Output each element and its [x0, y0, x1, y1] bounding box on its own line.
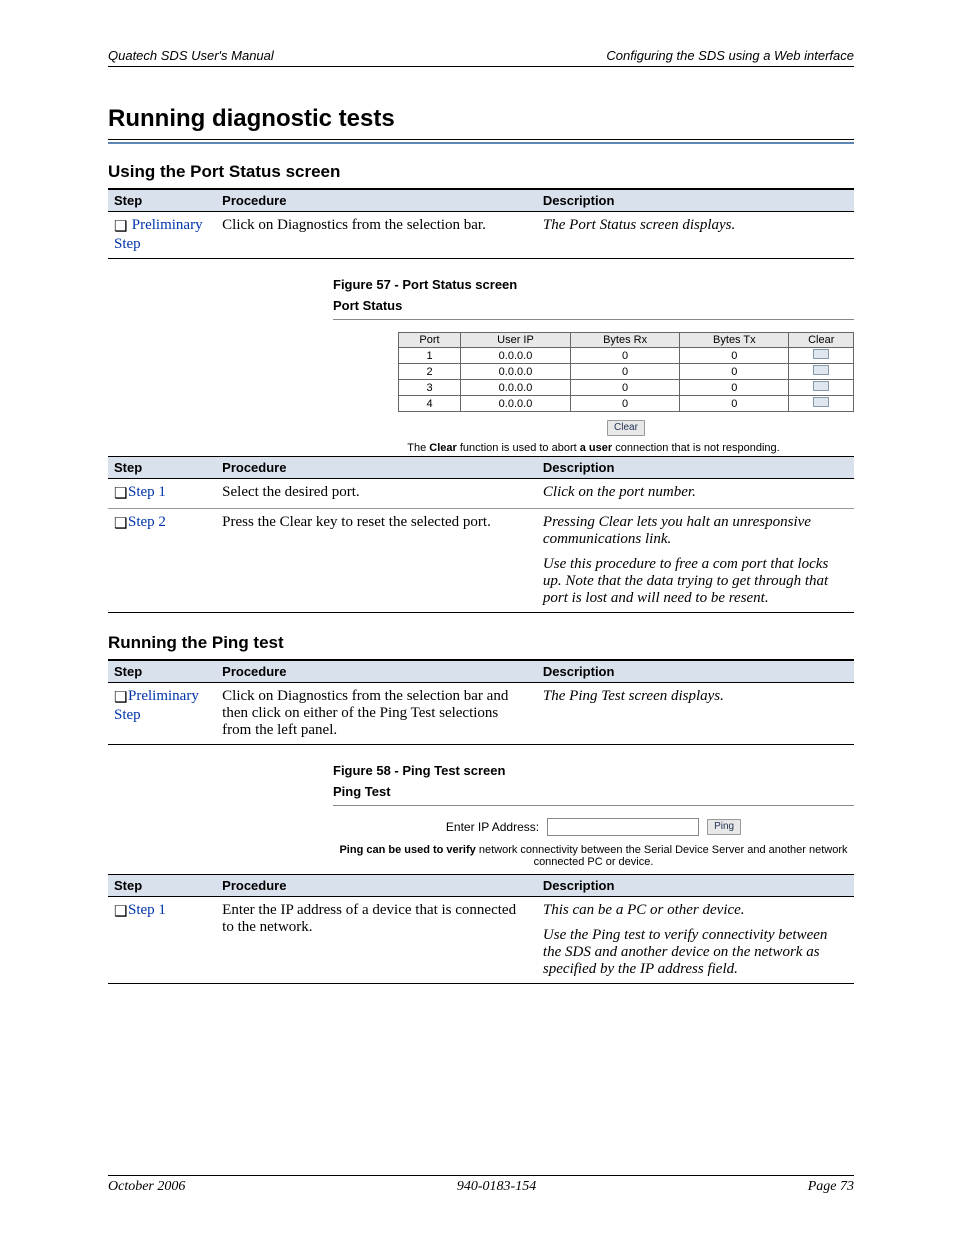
ping-note: Ping can be used to verify network conne… [333, 844, 854, 868]
th-proc: Procedure [216, 190, 537, 212]
ping-prelim-table: Step Procedure Description ❑Preliminary … [108, 660, 854, 745]
ping-screenshot: Enter IP Address: Ping Ping can be used … [333, 818, 854, 868]
desc-cell: The Ping Test screen displays. [537, 683, 854, 745]
checkbox-icon: ❑ [114, 217, 128, 236]
proc-cell: Enter the IP address of a device that is… [216, 897, 537, 984]
desc-cell: The Port Status screen displays. [537, 212, 854, 259]
table-row: ❑Step 2 Press the Clear key to reset the… [108, 509, 854, 613]
footer-center: 940-0183-154 [457, 1179, 536, 1195]
table-row: ❑Preliminary Step Click on Diagnostics f… [108, 683, 854, 745]
figure-caption: Figure 58 - Ping Test screen [333, 763, 854, 778]
ps-col-clear: Clear [789, 333, 854, 348]
checkbox-icon: ❑ [114, 514, 128, 533]
figure-caption: Figure 57 - Port Status screen [333, 277, 854, 292]
subtitle-ping: Running the Ping test [108, 633, 854, 653]
desc-cell: Pressing Clear lets you halt an unrespon… [537, 509, 854, 613]
ps-col-port: Port [399, 333, 461, 348]
clear-row-button[interactable] [813, 365, 829, 375]
header-left: Quatech SDS User's Manual [108, 48, 274, 63]
checkbox-icon: ❑ [114, 688, 128, 707]
section-title: Running diagnostic tests [108, 105, 854, 133]
desc-cell: Click on the port number. [537, 479, 854, 509]
th-step: Step [108, 661, 216, 683]
proc-cell: Click on Diagnostics from the selection … [216, 683, 537, 745]
clear-row-button[interactable] [813, 381, 829, 391]
proc-cell: Click on Diagnostics from the selection … [216, 212, 537, 259]
desc-cell: This can be a PC or other device. Use th… [537, 897, 854, 984]
clear-note: The Clear function is used to abort a us… [333, 442, 854, 454]
ps-col-ip: User IP [461, 333, 571, 348]
table-row: 20.0.0.000 [399, 364, 854, 380]
th-step: Step [108, 190, 216, 212]
th-desc: Description [537, 875, 854, 897]
ping-steps-table: Step Procedure Description ❑Step 1 Enter… [108, 874, 854, 984]
screen-title: Ping Test [333, 784, 854, 799]
table-row: 30.0.0.000 [399, 380, 854, 396]
rule [333, 805, 854, 806]
th-desc: Description [537, 661, 854, 683]
checkbox-icon: ❑ [114, 484, 128, 503]
clear-row-button[interactable] [813, 349, 829, 359]
port-status-steps-table: Step Procedure Description ❑Step 1 Selec… [108, 456, 854, 613]
page-footer: October 2006 940-0183-154 Page 73 [108, 1175, 854, 1195]
port-status-data-table: Port User IP Bytes Rx Bytes Tx Clear 10.… [398, 332, 854, 412]
header-right: Configuring the SDS using a Web interfac… [606, 48, 854, 63]
subtitle-port-status: Using the Port Status screen [108, 162, 854, 182]
footer-right: Page 73 [808, 1179, 854, 1195]
th-desc: Description [537, 190, 854, 212]
th-step: Step [108, 457, 216, 479]
step-link[interactable]: Step 1 [128, 484, 166, 500]
ip-label: Enter IP Address: [446, 820, 539, 834]
step-link[interactable]: Step 1 [128, 902, 166, 918]
th-proc: Procedure [216, 661, 537, 683]
step-link[interactable]: Step 2 [128, 514, 166, 530]
table-row: ❑Step 1 Enter the IP address of a device… [108, 897, 854, 984]
ps-col-rx: Bytes Rx [570, 333, 679, 348]
ip-address-input[interactable] [547, 818, 699, 836]
ps-col-tx: Bytes Tx [680, 333, 789, 348]
th-desc: Description [537, 457, 854, 479]
clear-row-button[interactable] [813, 397, 829, 407]
footer-left: October 2006 [108, 1179, 185, 1195]
ping-button[interactable]: Ping [707, 819, 741, 835]
th-step: Step [108, 875, 216, 897]
proc-cell: Press the Clear key to reset the selecte… [216, 509, 537, 613]
screen-title: Port Status [333, 298, 854, 313]
port-status-screenshot: Port User IP Bytes Rx Bytes Tx Clear 10.… [398, 332, 854, 436]
proc-cell: Select the desired port. [216, 479, 537, 509]
table-row: 40.0.0.000 [399, 396, 854, 412]
section-rule [108, 139, 854, 144]
table-row: ❑ Preliminary Step Click on Diagnostics … [108, 212, 854, 259]
port-status-prelim-table: Step Procedure Description ❑ Preliminary… [108, 189, 854, 259]
page-header: Quatech SDS User's Manual Configuring th… [108, 48, 854, 67]
rule [333, 319, 854, 320]
clear-button[interactable]: Clear [607, 420, 645, 436]
table-row: 10.0.0.000 [399, 348, 854, 364]
table-row: ❑Step 1 Select the desired port. Click o… [108, 479, 854, 509]
th-proc: Procedure [216, 875, 537, 897]
th-proc: Procedure [216, 457, 537, 479]
checkbox-icon: ❑ [114, 902, 128, 921]
